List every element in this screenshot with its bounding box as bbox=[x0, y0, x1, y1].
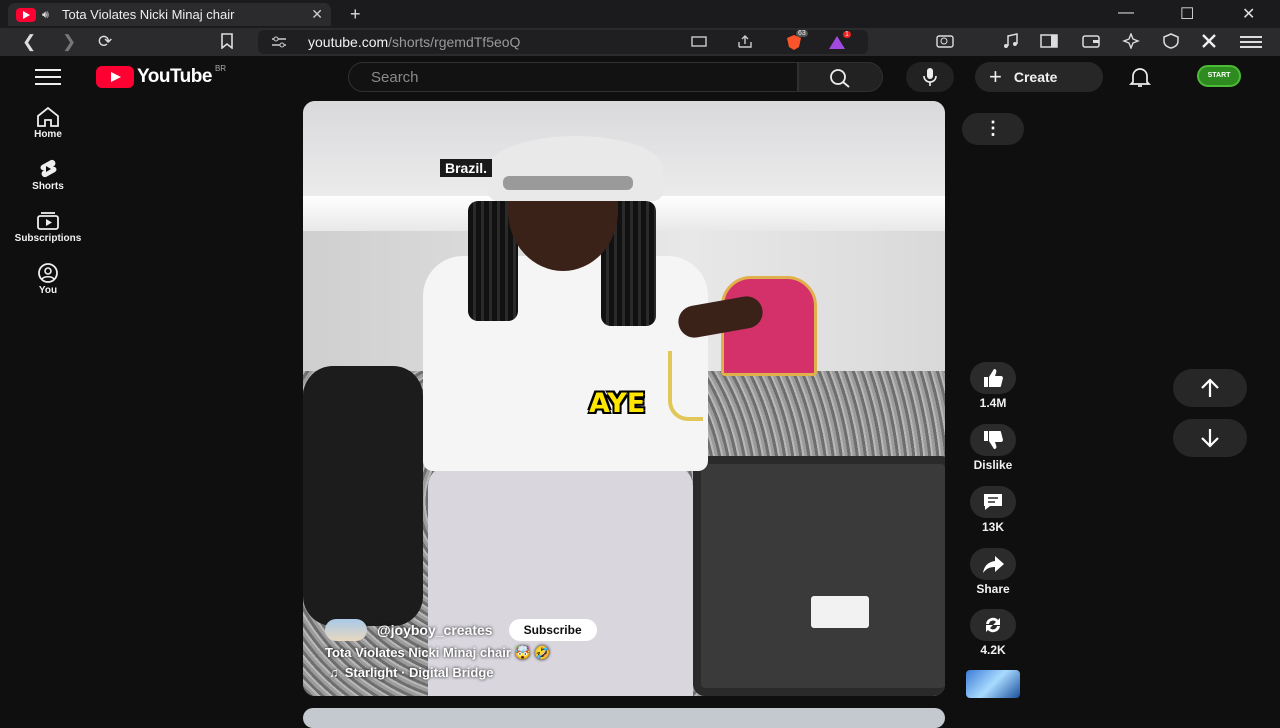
youtube-logo[interactable]: YouTube BR bbox=[96, 63, 227, 88]
mic-icon bbox=[923, 68, 937, 86]
caption-top: Brazil. bbox=[440, 159, 493, 177]
search-input[interactable] bbox=[349, 63, 797, 92]
thumbs-up-icon bbox=[984, 369, 1003, 387]
caption-center: AYE bbox=[589, 388, 646, 419]
vpn-shield-icon[interactable] bbox=[1162, 33, 1180, 49]
guide-item-you[interactable]: You bbox=[0, 254, 96, 304]
remix-count: 4.2K bbox=[980, 643, 1006, 657]
remix-icon bbox=[986, 617, 1000, 633]
scene-folding-chair bbox=[693, 456, 945, 696]
youtube-masthead: YouTube BR + Create bbox=[0, 56, 1280, 98]
share-icon bbox=[983, 556, 1004, 573]
reader-mode-icon[interactable] bbox=[936, 33, 954, 49]
x-extension-icon[interactable] bbox=[1200, 33, 1218, 49]
omnibox[interactable]: youtube.com/shorts/rgemdTf5eoQ 63 1 bbox=[258, 30, 868, 54]
brave-badge: 63 bbox=[796, 30, 808, 37]
channel-row: @joyboy_creates Subscribe bbox=[325, 619, 597, 641]
next-short-button[interactable] bbox=[1173, 419, 1247, 457]
comments-button[interactable]: 13K bbox=[958, 486, 1028, 534]
url-text[interactable]: youtube.com/shorts/rgemdTf5eoQ bbox=[308, 34, 520, 50]
thumbs-down-icon bbox=[984, 431, 1003, 449]
like-button[interactable]: 1.4M bbox=[958, 362, 1028, 410]
plus-icon: + bbox=[989, 64, 1002, 89]
account-avatar[interactable]: START bbox=[1197, 65, 1241, 87]
youtube-play-icon bbox=[96, 66, 134, 88]
sound-thumbnail[interactable] bbox=[966, 670, 1020, 698]
you-icon bbox=[38, 263, 58, 283]
window-close-icon[interactable]: ✕ bbox=[1242, 4, 1255, 24]
back-icon[interactable]: ❮ bbox=[22, 32, 36, 52]
channel-avatar[interactable] bbox=[325, 619, 367, 641]
cast-icon[interactable] bbox=[690, 34, 708, 50]
scene-person-shirt bbox=[423, 256, 708, 471]
voice-search-button[interactable] bbox=[906, 62, 954, 92]
search-icon bbox=[830, 69, 850, 88]
scene-person-pants bbox=[428, 466, 693, 696]
previous-short-button[interactable] bbox=[1173, 369, 1247, 407]
browser-menu-icon[interactable] bbox=[1240, 36, 1262, 48]
guide-item-subscriptions[interactable]: Subscriptions bbox=[0, 202, 96, 252]
maximize-icon[interactable]: ☐ bbox=[1180, 4, 1194, 24]
next-short-preview[interactable] bbox=[303, 708, 945, 728]
browser-tabbar: 🔊︎ Tota Violates Nicki Minaj chair ✕ + —… bbox=[0, 0, 1280, 28]
music-title: Starlight · Digital Bridge bbox=[344, 665, 494, 680]
remix-button[interactable]: 4.2K bbox=[958, 609, 1028, 657]
guide-item-home[interactable]: Home bbox=[0, 98, 96, 148]
address-bar: ❮ ❯ ⟳ youtube.com/shorts/rgemdTf5eoQ 63 … bbox=[0, 28, 1280, 56]
scene-sofa bbox=[303, 366, 423, 626]
browser-tab[interactable]: 🔊︎ Tota Violates Nicki Minaj chair ✕ bbox=[8, 3, 331, 26]
rewards-badge: 1 bbox=[843, 31, 851, 38]
create-button[interactable]: + Create bbox=[975, 62, 1103, 92]
bookmark-icon[interactable] bbox=[218, 33, 236, 49]
comment-icon bbox=[984, 494, 1002, 510]
dislike-label: Dislike bbox=[973, 458, 1013, 472]
minimize-icon[interactable]: — bbox=[1118, 4, 1134, 22]
comments-count: 13K bbox=[981, 520, 1004, 534]
search-box bbox=[348, 62, 798, 92]
shorts-icon bbox=[40, 159, 57, 178]
sidebar-icon[interactable] bbox=[1040, 33, 1058, 49]
arrow-up-icon bbox=[1201, 378, 1219, 397]
leo-ai-icon[interactable] bbox=[1122, 33, 1140, 49]
forward-icon[interactable]: ❯ bbox=[62, 32, 76, 52]
scene-chain bbox=[668, 351, 703, 421]
short-title[interactable]: Tota Violates Nicki Minaj chair 🤯 🤣 bbox=[325, 645, 551, 661]
subscriptions-icon bbox=[37, 212, 59, 230]
share-label: Share bbox=[976, 582, 1010, 596]
tab-close-icon[interactable]: ✕ bbox=[311, 6, 323, 23]
share-page-icon[interactable] bbox=[736, 34, 754, 50]
more-options-button[interactable]: ⋮ bbox=[962, 113, 1024, 145]
scene-person-cap bbox=[488, 136, 663, 201]
scene-phone bbox=[811, 596, 869, 628]
dislike-button[interactable]: Dislike bbox=[958, 424, 1028, 472]
speaker-icon[interactable]: 🔊︎ bbox=[42, 8, 56, 22]
music-icon[interactable] bbox=[1002, 33, 1020, 49]
youtube-favicon-icon bbox=[16, 7, 36, 22]
subscribe-button[interactable]: Subscribe bbox=[508, 619, 597, 641]
music-note-icon: ♫ bbox=[329, 665, 339, 680]
wallet-icon[interactable] bbox=[1082, 33, 1100, 49]
reload-icon[interactable]: ⟳ bbox=[98, 32, 112, 52]
short-video-player[interactable]: Brazil. AYE @joyboy_creates Subscribe To… bbox=[303, 101, 945, 696]
site-settings-icon[interactable] bbox=[270, 34, 288, 50]
arrow-down-icon bbox=[1201, 429, 1219, 448]
country-code: BR bbox=[214, 63, 227, 73]
home-icon bbox=[37, 106, 59, 127]
guide-menu-icon[interactable] bbox=[35, 69, 61, 85]
notifications-bell-icon[interactable] bbox=[1128, 66, 1152, 88]
music-row[interactable]: ♫ Starlight · Digital Bridge bbox=[329, 665, 494, 680]
tab-title: Tota Violates Nicki Minaj chair bbox=[62, 7, 235, 22]
like-count: 1.4M bbox=[979, 396, 1007, 410]
guide-item-shorts[interactable]: Shorts bbox=[0, 150, 96, 200]
new-tab-button[interactable]: + bbox=[350, 4, 361, 25]
search-button[interactable] bbox=[798, 62, 883, 92]
share-button[interactable]: Share bbox=[958, 548, 1028, 596]
channel-handle[interactable]: @joyboy_creates bbox=[377, 622, 493, 638]
scene-cap-brim bbox=[503, 176, 633, 190]
